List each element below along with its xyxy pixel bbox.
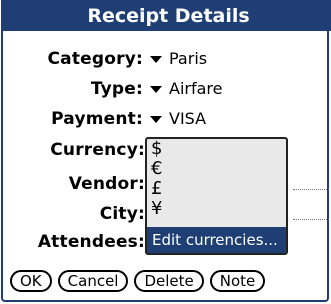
type-label: Type:: [90, 79, 143, 99]
category-popup[interactable]: Paris: [150, 46, 207, 72]
currency-option[interactable]: $: [147, 139, 286, 159]
currency-list: $ € £ ¥ Edit currencies...: [145, 137, 288, 255]
city-field[interactable]: [293, 219, 329, 220]
payment-popup[interactable]: VISA: [150, 106, 206, 132]
currency-option[interactable]: €: [147, 159, 286, 179]
type-popup[interactable]: Airfare: [150, 76, 222, 102]
cancel-button[interactable]: Cancel: [57, 270, 129, 292]
triangle-down-icon: [150, 85, 162, 93]
attendees-label: Attendees:: [37, 232, 145, 252]
payment-value: VISA: [169, 109, 207, 128]
currency-option[interactable]: ¥: [147, 199, 286, 219]
triangle-down-icon: [150, 115, 162, 123]
category-label: Category:: [47, 49, 143, 69]
type-value: Airfare: [169, 79, 223, 98]
currency-option[interactable]: £: [147, 179, 286, 199]
delete-button[interactable]: Delete: [134, 270, 204, 292]
category-row: Category: Paris: [3, 46, 331, 72]
payment-label: Payment:: [51, 109, 143, 129]
dialog-title: Receipt Details: [3, 0, 331, 31]
triangle-down-icon: [150, 55, 162, 63]
payment-row: Payment: VISA: [3, 106, 331, 132]
currency-label: Currency:: [50, 140, 145, 160]
vendor-label: Vendor:: [68, 174, 145, 194]
type-row: Type: Airfare: [3, 76, 331, 102]
category-value: Paris: [169, 49, 208, 68]
vendor-field[interactable]: [293, 189, 329, 190]
note-button[interactable]: Note: [209, 270, 266, 292]
receipt-details-dialog: Receipt Details Category: Paris Type: Ai…: [1, 0, 331, 302]
city-label: City:: [99, 204, 145, 224]
ok-button[interactable]: OK: [10, 270, 52, 292]
edit-currencies-option[interactable]: Edit currencies...: [147, 227, 286, 253]
button-bar: OK Cancel Delete Note: [10, 270, 266, 292]
